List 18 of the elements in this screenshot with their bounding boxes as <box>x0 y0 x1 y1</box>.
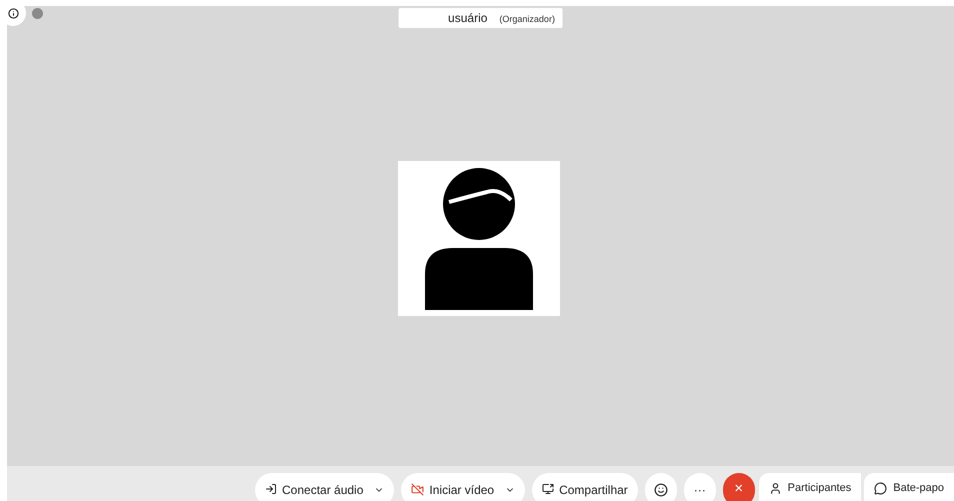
share-icon <box>542 483 554 495</box>
participants-button[interactable]: Participantes <box>758 473 862 501</box>
participant-role: (Organizador) <box>499 14 555 24</box>
leave-button[interactable]: × <box>722 473 755 501</box>
video-off-icon <box>411 483 424 496</box>
join-icon <box>265 483 277 495</box>
participant-name: usuário <box>448 11 488 25</box>
reaction-button[interactable] <box>644 473 677 501</box>
more-button[interactable]: ··· <box>684 473 716 501</box>
person-icon <box>768 482 782 495</box>
smiley-icon <box>654 483 668 497</box>
video-button[interactable]: Iniciar vídeo <box>401 473 526 501</box>
status-dot-icon <box>32 8 43 18</box>
chat-bubble-icon <box>874 482 888 495</box>
info-icon <box>8 8 18 18</box>
chat-button[interactable]: Bate-papo <box>864 473 954 501</box>
share-button[interactable]: Compartilhar <box>532 473 638 501</box>
audio-button[interactable]: Conectar áudio <box>255 473 394 501</box>
